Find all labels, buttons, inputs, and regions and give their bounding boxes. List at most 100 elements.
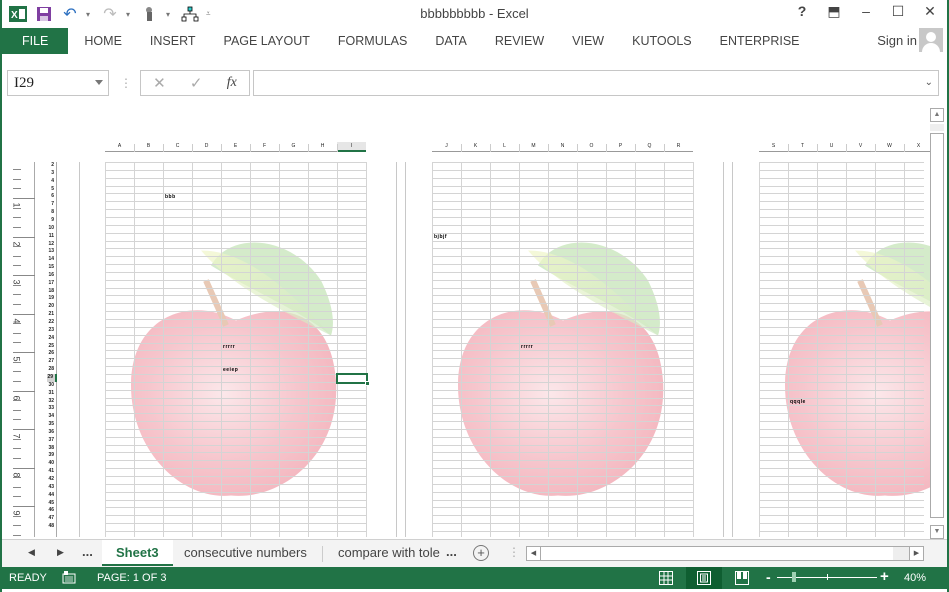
column-header-W[interactable]: W (875, 143, 904, 149)
vertical-scroll-thumb[interactable] (930, 133, 944, 518)
column-header-L[interactable]: L (490, 143, 519, 149)
column-header-S[interactable]: S (759, 143, 788, 149)
row-header-23[interactable]: 23 (48, 327, 54, 335)
column-header-A[interactable]: A (105, 143, 134, 149)
row-header-43[interactable]: 43 (48, 484, 54, 492)
row-header-11[interactable]: 11 (49, 233, 54, 241)
prev-sheet-button[interactable]: ◀ (28, 547, 35, 558)
help-button[interactable]: ? (793, 3, 811, 20)
zoom-in-button[interactable]: + (880, 568, 889, 585)
column-header-M[interactable]: M (519, 143, 548, 149)
scroll-right-button[interactable]: ▶ (909, 547, 923, 560)
row-header-36[interactable]: 36 (48, 429, 54, 437)
more-sheets-left-button[interactable]: ... (82, 544, 93, 559)
column-header-B[interactable]: B (134, 143, 163, 149)
name-box[interactable]: I29 (7, 70, 109, 96)
tab-insert[interactable]: INSERT (136, 28, 210, 54)
scroll-left-button[interactable]: ◀ (527, 547, 541, 560)
page-layout-view-button[interactable] (686, 567, 722, 589)
tab-review[interactable]: REVIEW (481, 28, 558, 54)
column-header-O[interactable]: O (577, 143, 606, 149)
column-header-J[interactable]: J (432, 143, 461, 149)
column-header-D[interactable]: D (192, 143, 221, 149)
tab-formulas[interactable]: FORMULAS (324, 28, 421, 54)
close-button[interactable]: ✕ (921, 3, 939, 20)
row-header-12[interactable]: 12 (48, 241, 54, 249)
chevron-down-icon[interactable] (95, 80, 103, 85)
row-header-18[interactable]: 18 (48, 288, 54, 296)
row-header-32[interactable]: 32 (48, 398, 54, 406)
cell-e28[interactable]: eeiep (223, 367, 238, 373)
row-header-48[interactable]: 48 (48, 523, 54, 531)
row-header-10[interactable]: 10 (48, 225, 54, 233)
cell-j11[interactable]: bjbjf (434, 234, 447, 240)
row-header-3[interactable]: 3 (51, 170, 54, 178)
tab-home[interactable]: HOME (70, 28, 136, 54)
tab-page-layout[interactable]: PAGE LAYOUT (210, 28, 324, 54)
column-header-G[interactable]: G (279, 143, 308, 149)
row-header-46[interactable]: 46 (48, 507, 54, 515)
avatar[interactable] (919, 28, 943, 52)
row-header-6[interactable]: 6 (51, 193, 54, 201)
column-header-N[interactable]: N (548, 143, 577, 149)
column-header-K[interactable]: K (461, 143, 490, 149)
row-header-19[interactable]: 19 (48, 295, 54, 303)
column-header-H[interactable]: H (308, 143, 337, 149)
expand-formula-bar-icon[interactable]: ⌄ (925, 77, 933, 88)
cell-grid[interactable] (105, 162, 367, 537)
maximize-button[interactable]: ☐ (889, 3, 907, 20)
page-break-view-button[interactable] (724, 567, 760, 589)
zoom-level[interactable]: 40% (904, 572, 926, 584)
row-header-44[interactable]: 44 (48, 492, 54, 500)
row-header-37[interactable]: 37 (48, 437, 54, 445)
sheet-tab-sheet3[interactable]: Sheet3 (102, 540, 173, 566)
row-header-15[interactable]: 15 (48, 264, 54, 272)
insert-function-button[interactable]: fx (227, 75, 237, 91)
tab-split-grip-icon[interactable]: ⋮ (508, 545, 520, 559)
tab-file[interactable]: FILE (2, 28, 69, 54)
cell-grid[interactable] (759, 162, 924, 537)
row-header-17[interactable]: 17 (48, 280, 54, 288)
formula-input[interactable]: ⌄ (253, 70, 939, 96)
row-header-20[interactable]: 20 (48, 303, 54, 311)
row-header-26[interactable]: 26 (48, 350, 54, 358)
column-header-E[interactable]: E (221, 143, 250, 149)
cell-m25[interactable]: rrrrr (521, 344, 533, 350)
row-header-34[interactable]: 34 (48, 413, 54, 421)
row-header-14[interactable]: 14 (48, 256, 54, 264)
enter-formula-button[interactable]: ✓ (190, 74, 203, 92)
row-header-38[interactable]: 38 (48, 445, 54, 453)
vertical-scrollbar[interactable]: ▲ ▼ (930, 108, 944, 539)
column-header-U[interactable]: U (817, 143, 846, 149)
horizontal-scrollbar[interactable]: ◀ ▶ (526, 546, 924, 561)
cell-c6[interactable]: bbb (165, 194, 176, 200)
tab-kutools[interactable]: KUTOOLS (618, 28, 706, 54)
tab-data[interactable]: DATA (421, 28, 480, 54)
row-header-39[interactable]: 39 (48, 452, 54, 460)
row-header-47[interactable]: 47 (48, 515, 54, 523)
row-header-24[interactable]: 24 (48, 335, 54, 343)
column-header-F[interactable]: F (250, 143, 279, 149)
formula-bar-grip-icon[interactable]: ⋮ (120, 76, 132, 90)
zoom-slider[interactable] (777, 572, 877, 582)
row-header-45[interactable]: 45 (48, 500, 54, 508)
scroll-down-button[interactable]: ▼ (930, 525, 944, 539)
row-header-31[interactable]: 31 (48, 390, 54, 398)
cell-t32[interactable]: qqqle (790, 399, 806, 405)
column-header-V[interactable]: V (846, 143, 875, 149)
new-sheet-button[interactable]: + (473, 545, 489, 561)
row-header-5[interactable]: 5 (51, 186, 54, 194)
row-header-13[interactable]: 13 (48, 248, 54, 256)
minimize-button[interactable]: – (857, 3, 875, 20)
row-header-27[interactable]: 27 (48, 358, 54, 366)
column-header-C[interactable]: C (163, 143, 192, 149)
row-header-42[interactable]: 42 (48, 476, 54, 484)
macro-recording-icon[interactable] (62, 570, 76, 587)
row-header-29[interactable]: 29 (47, 373, 57, 382)
row-header-33[interactable]: 33 (48, 405, 54, 413)
worksheet-page-layout[interactable]: 123456789 2 3 4 5 6 7 8 9 10 11 12 13 14 15 16 17 18 19 20… (2, 98, 930, 539)
row-header-40[interactable]: 40 (48, 460, 54, 468)
active-cell-selection[interactable] (336, 372, 370, 386)
normal-view-button[interactable] (648, 567, 684, 589)
row-header-21[interactable]: 21 (48, 311, 54, 319)
